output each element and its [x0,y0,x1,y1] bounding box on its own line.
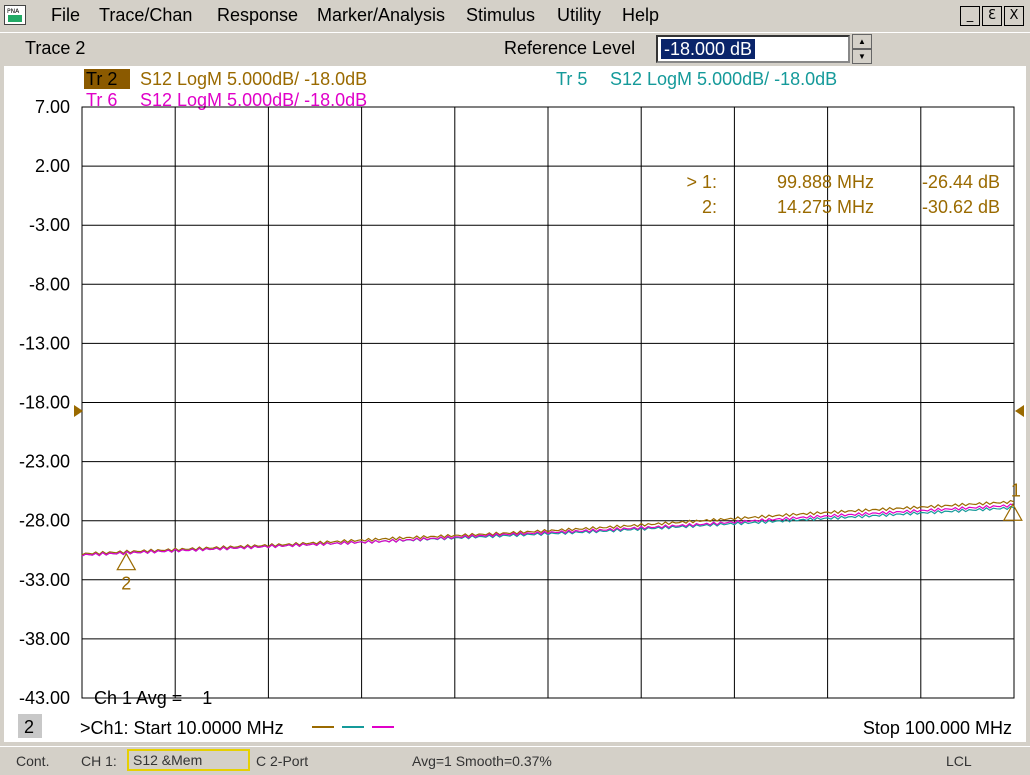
active-trace-label: Trace 2 [25,38,86,58]
status-sweep-mode[interactable]: Cont. [16,753,49,769]
spin-up-icon[interactable]: ▲ [852,34,872,49]
close-button[interactable]: X [1004,6,1024,26]
y-tick-label: -18.00 [19,393,70,413]
trace-desc-tr5: S12 LogM 5.000dB/ -18.0dB [610,69,837,89]
menu-utility[interactable]: Utility [557,5,601,26]
spin-down-icon[interactable]: ▼ [852,49,872,64]
graticule [81,106,1015,699]
marker-1-value: -26.44 dB [922,172,1000,192]
menu-response[interactable]: Response [217,5,298,26]
trace-desc-tr2: S12 LogM 5.000dB/ -18.0dB [140,69,367,89]
menu-help[interactable]: Help [622,5,659,26]
restore-button[interactable]: Ɛ [982,6,1002,26]
menu-stimulus[interactable]: Stimulus [466,5,535,26]
y-tick-label: 2.00 [35,156,70,176]
reference-level-value: -18.000 dB [661,39,756,59]
y-tick-label: -43.00 [19,688,70,708]
y-tick-label: -8.00 [29,274,70,294]
minimize-button[interactable]: _ [960,6,980,26]
marker-2-icon[interactable] [116,552,137,571]
y-tick-label: 7.00 [35,97,70,117]
reference-arrow-right-icon[interactable] [1015,405,1024,417]
marker-1-number: 1 [1011,480,1021,500]
menu-marker-analysis[interactable]: Marker/Analysis [317,5,445,26]
reference-level-label: Reference Level [504,38,636,58]
status-port: C 2-Port [256,753,309,769]
status-lcl: LCL [946,753,972,769]
status-measurement[interactable]: S12 &Mem [127,749,250,771]
marker-1-label: > 1: [686,172,717,192]
marker-1-freq: 99.888 MHz [777,172,874,192]
sweep-stop-text: Stop 100.000 MHz [863,718,1012,738]
window-controls: _ Ɛ X [960,6,1024,26]
plot-area[interactable]: Tr 2 S12 LogM 5.000dB/ -18.0dB Tr 5 S12 … [4,66,1026,742]
app-icon-screen [8,15,22,22]
y-tick-label: -23.00 [19,452,70,472]
reference-level-input[interactable]: -18.000 dB [656,35,850,63]
trace-badge-tr5[interactable]: Tr 5 [556,69,587,89]
menu-trace-chan[interactable]: Trace/Chan [99,5,192,26]
channel-number: 2 [24,717,34,737]
marker-2-freq: 14.275 MHz [777,197,874,217]
y-tick-label: -38.00 [19,629,70,649]
marker-2-value: -30.62 dB [922,197,1000,217]
channel-avg-text: Ch 1 Avg = 1 [94,688,212,708]
trace-badge-tr2[interactable]: Tr 2 [86,69,117,89]
trace-chart[interactable]: Tr 2 S12 LogM 5.000dB/ -18.0dB Tr 5 S12 … [4,66,1026,742]
y-tick-label: -3.00 [29,215,70,235]
sweep-start-text: >Ch1: Start 10.0000 MHz [80,718,284,738]
marker-2-label: 2: [702,197,717,217]
y-tick-label: -13.00 [19,333,70,353]
status-channel: CH 1: [81,753,117,769]
marker-points: 12 [116,480,1023,594]
status-bar: Cont. CH 1: S12 &Mem C 2-Port Avg=1 Smoo… [0,746,1030,775]
status-averaging: Avg=1 Smooth=0.37% [412,753,552,769]
marker-2-number: 2 [121,574,131,594]
y-tick-label: -28.00 [19,511,70,531]
y-tick-label: -33.00 [19,570,70,590]
menu-file[interactable]: File [51,5,80,26]
menu-bar: PNA File Trace/Chan Response Marker/Anal… [0,0,1030,32]
pna-app-icon[interactable]: PNA [4,5,26,25]
app-icon-text: PNA [7,8,20,15]
y-tick-labels: 7.00 2.00 -3.00 -8.00 -13.00 -18.00 -23.00 -28.… [19,97,70,708]
reference-level-spinner[interactable]: ▲ ▼ [852,34,872,64]
